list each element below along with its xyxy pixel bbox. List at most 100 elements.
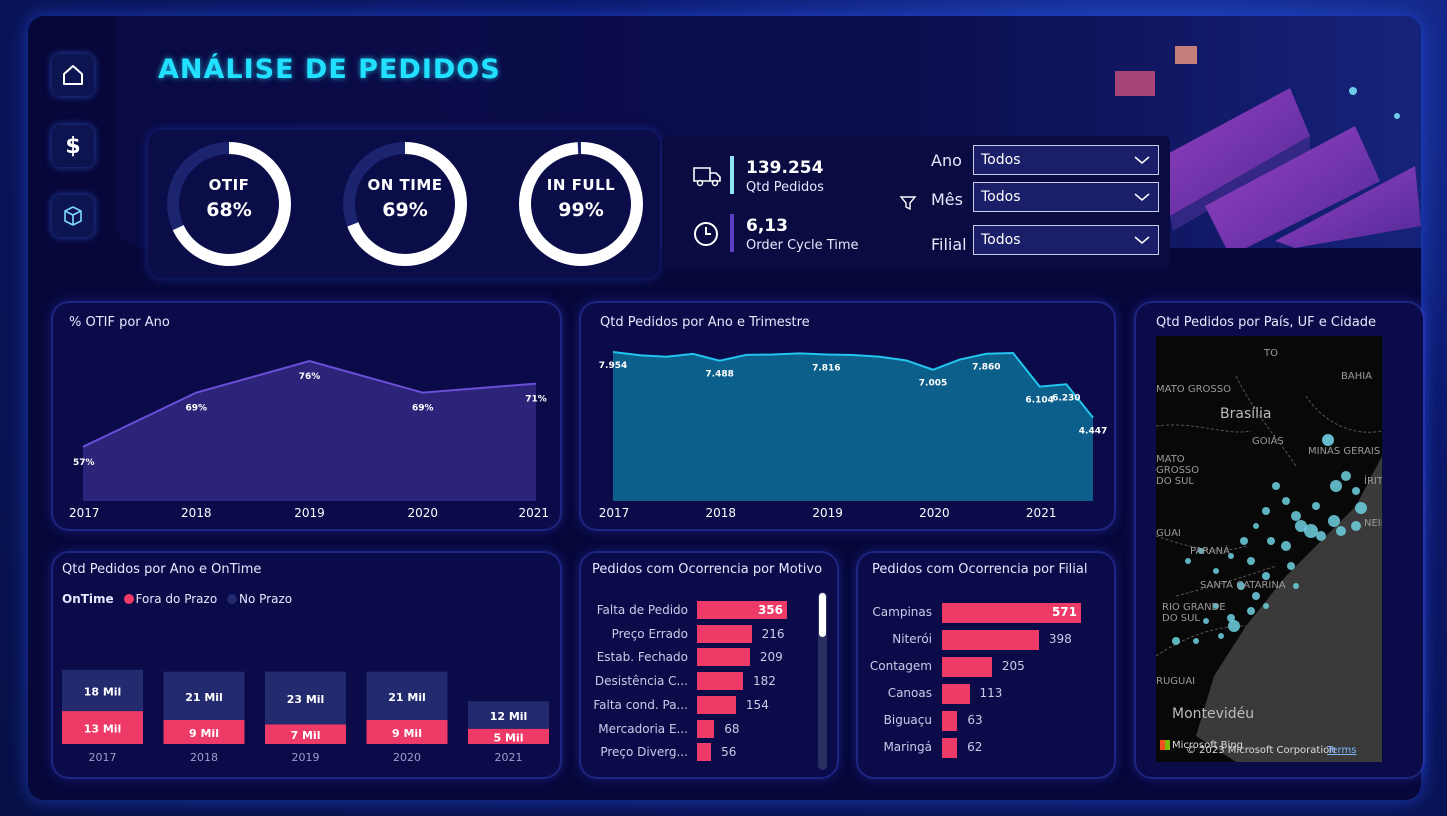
x-tick-label: 2020 — [407, 506, 438, 520]
map-label: TO — [1264, 348, 1278, 359]
bar-category-label: Desistência C... — [594, 674, 688, 689]
x-tick-label: 2017 — [89, 751, 117, 764]
otif-area-chart: 57% 2017 69% 2018 76% 2019 69% 2020 71% 2021 — [69, 360, 549, 520]
x-tick-label: 2018 — [181, 506, 212, 520]
nav-orders-button[interactable] — [52, 195, 94, 237]
map-label: MINAS GERAIS — [1308, 446, 1381, 457]
map-label: PARANÁ — [1190, 546, 1230, 557]
map-title: Qtd Pedidos por País, UF e Cidade — [1156, 315, 1377, 330]
bar-category-label: Niterói — [892, 632, 932, 646]
bar-value-label: 56 — [721, 745, 737, 760]
map-label: RIO GRANDE DO SUL — [1162, 602, 1226, 624]
map-label: Montevidéu — [1172, 706, 1255, 722]
bar — [942, 657, 992, 677]
bar — [942, 738, 958, 758]
filter-label-mes: Mês — [931, 190, 963, 209]
home-icon — [63, 65, 83, 85]
bar — [697, 695, 736, 714]
data-label: 69% — [412, 404, 434, 414]
bar-value-label: 205 — [1001, 659, 1025, 673]
data-label: 21 Mil — [388, 691, 426, 704]
truck-icon — [693, 167, 721, 187]
bar-value-label: 68 — [724, 721, 740, 736]
data-label: 9 Mil — [189, 727, 219, 740]
map-label: BAHIA — [1341, 371, 1373, 382]
metric-accent-bar — [730, 156, 734, 194]
x-tick-label: 2020 — [919, 506, 950, 520]
data-label: 6.230 — [1052, 393, 1080, 403]
metric-accent-bar — [730, 214, 734, 252]
x-tick-label: 2019 — [812, 506, 843, 520]
bar-value-label: 182 — [753, 674, 776, 689]
gauge-on-time: ON TIME 69% — [339, 138, 471, 270]
chevron-down-icon — [1134, 236, 1150, 244]
bar-category-label: Contagem — [869, 659, 932, 673]
trimestre-area-chart: 7.954 7.488 7.816 7.005 7.860 6.1046.230 4.447… — [599, 350, 1107, 520]
svg-text:$: $ — [65, 134, 80, 158]
bar-value-label: 113 — [979, 686, 1003, 700]
bar-category-label: Estab. Fechado — [596, 650, 688, 665]
data-label: 21 Mil — [185, 691, 223, 704]
gauge-value: 69% — [382, 199, 428, 221]
bar-value-label: 571 — [1051, 605, 1077, 619]
map-label: NEIRO — [1364, 518, 1382, 529]
data-label: 76% — [299, 372, 321, 382]
nav-finance-button[interactable]: $ — [52, 125, 94, 167]
gauge-label: ON TIME — [367, 176, 443, 194]
bar — [942, 630, 1039, 650]
bar — [697, 624, 752, 643]
bar-value-label: 63 — [967, 713, 983, 727]
filial-select[interactable]: Todos — [973, 225, 1159, 255]
data-label: 23 Mil — [287, 693, 325, 706]
ano-select[interactable]: Todos — [973, 145, 1159, 175]
bar-category-label: Biguaçu — [883, 713, 932, 727]
map-label: MATO GROSSO — [1156, 384, 1231, 395]
map-label: GOIÁS — [1252, 436, 1284, 447]
gauge-value: 68% — [206, 199, 252, 221]
box-icon — [64, 206, 82, 226]
x-tick-label: 2019 — [292, 751, 320, 764]
gauge-label: OTIF — [208, 176, 250, 194]
data-label: 7.954 — [599, 361, 627, 371]
bar — [942, 711, 958, 731]
bar-category-label: Maringá — [883, 740, 932, 754]
map-label: ÍRITO — [1364, 476, 1382, 487]
bar-category-label: Campinas — [872, 605, 932, 619]
gauge-label: IN FULL — [546, 176, 616, 194]
mes-select-value: Todos — [981, 189, 1021, 205]
ontime-stacked-bar-chart: 18 Mil 13 Mil 2017 21 Mil 9 Mil 2018 23 Mil 7 M… — [62, 669, 549, 764]
clock-icon — [694, 222, 718, 246]
map-attribution: © 2023 Microsoft Corporation — [1186, 745, 1336, 756]
bar-category-label: Falta de Pedido — [596, 603, 688, 617]
order-cycle-time-label: Order Cycle Time — [746, 238, 859, 253]
bar-value-label: 398 — [1048, 632, 1072, 646]
bar-value-label: 209 — [759, 650, 783, 665]
bar — [697, 743, 712, 762]
data-label: 12 Mil — [490, 710, 528, 723]
x-tick-label: 2021 — [518, 506, 549, 520]
qtd-pedidos-value: 139.254 — [746, 158, 824, 178]
bar-value-label: 154 — [745, 697, 769, 712]
motivo-chart-title: Pedidos com Ocorrencia por Motivo — [592, 562, 823, 577]
mes-select[interactable]: Todos — [973, 182, 1159, 212]
data-label: 5 Mil — [494, 731, 524, 744]
map-label: RUGUAI — [1156, 676, 1196, 687]
data-label: 7.005 — [919, 379, 947, 389]
bar-value-label: 62 — [967, 740, 983, 754]
order-cycle-time-value: 6,13 — [746, 216, 788, 236]
nav-home-button[interactable] — [52, 54, 94, 96]
filter-icon[interactable] — [899, 194, 917, 212]
map-terms-link[interactable]: Terms — [1327, 745, 1356, 756]
gauge-value: 99% — [558, 199, 604, 221]
filter-label-ano: Ano — [931, 151, 962, 170]
data-label: 7.488 — [705, 370, 733, 380]
data-label: 69% — [185, 404, 207, 414]
map-view[interactable]: TO BAHIA MATO GROSSO Brasília GOIÁS MINA… — [1156, 336, 1382, 762]
ano-select-value: Todos — [981, 152, 1021, 168]
trimestre-area — [613, 351, 1093, 501]
page-title: ANÁLISE DE PEDIDOS — [158, 54, 501, 85]
x-tick-label: 2021 — [495, 751, 523, 764]
bar-value-label: 356 — [757, 603, 783, 617]
x-tick-label: 2017 — [599, 506, 630, 520]
data-label: 57% — [73, 458, 95, 468]
